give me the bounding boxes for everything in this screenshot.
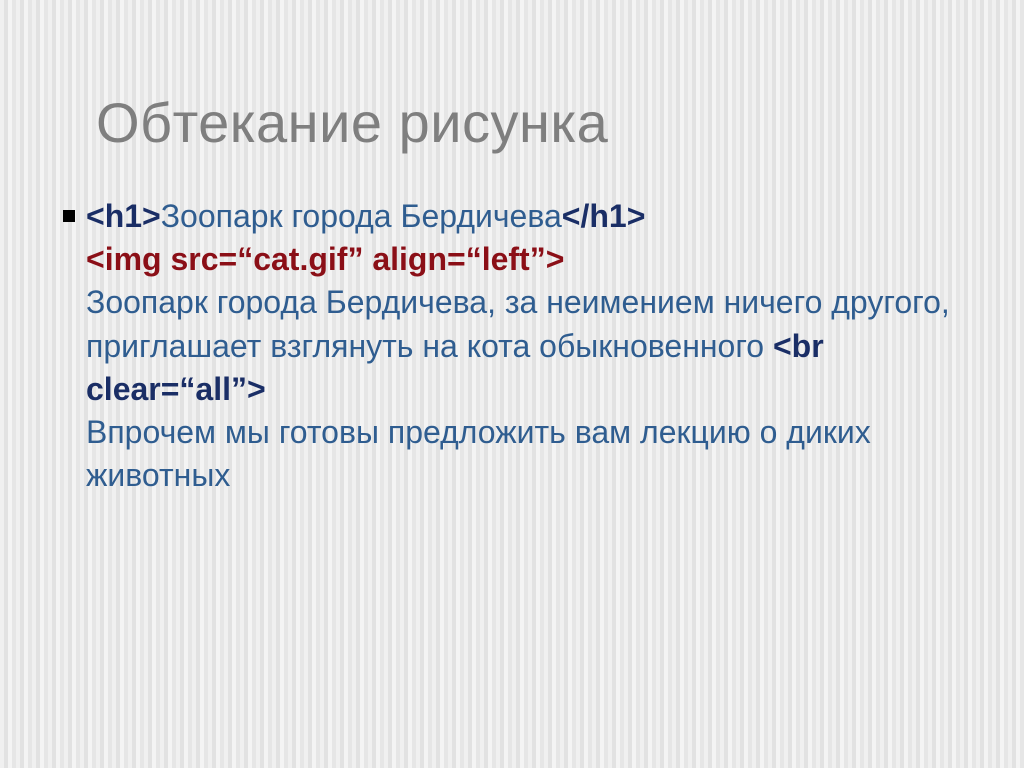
slide-title: Обтекание рисунка bbox=[96, 90, 608, 155]
code-h1-close: </h1> bbox=[562, 198, 646, 234]
slide-body: <h1>Зоопарк города Бердичева</h1> <img s… bbox=[86, 195, 954, 497]
code-h1-open: <h1> bbox=[86, 198, 161, 234]
heading-text: Зоопарк города Бердичева bbox=[161, 198, 562, 234]
code-img-tag: <img src=“cat.gif” align=“left”> bbox=[86, 241, 564, 277]
bullet-icon bbox=[63, 210, 75, 222]
slide: Обтекание рисунка <h1>Зоопарк города Бер… bbox=[0, 0, 1024, 768]
paragraph-2: Впрочем мы готовы предложить вам лекцию … bbox=[86, 414, 871, 493]
